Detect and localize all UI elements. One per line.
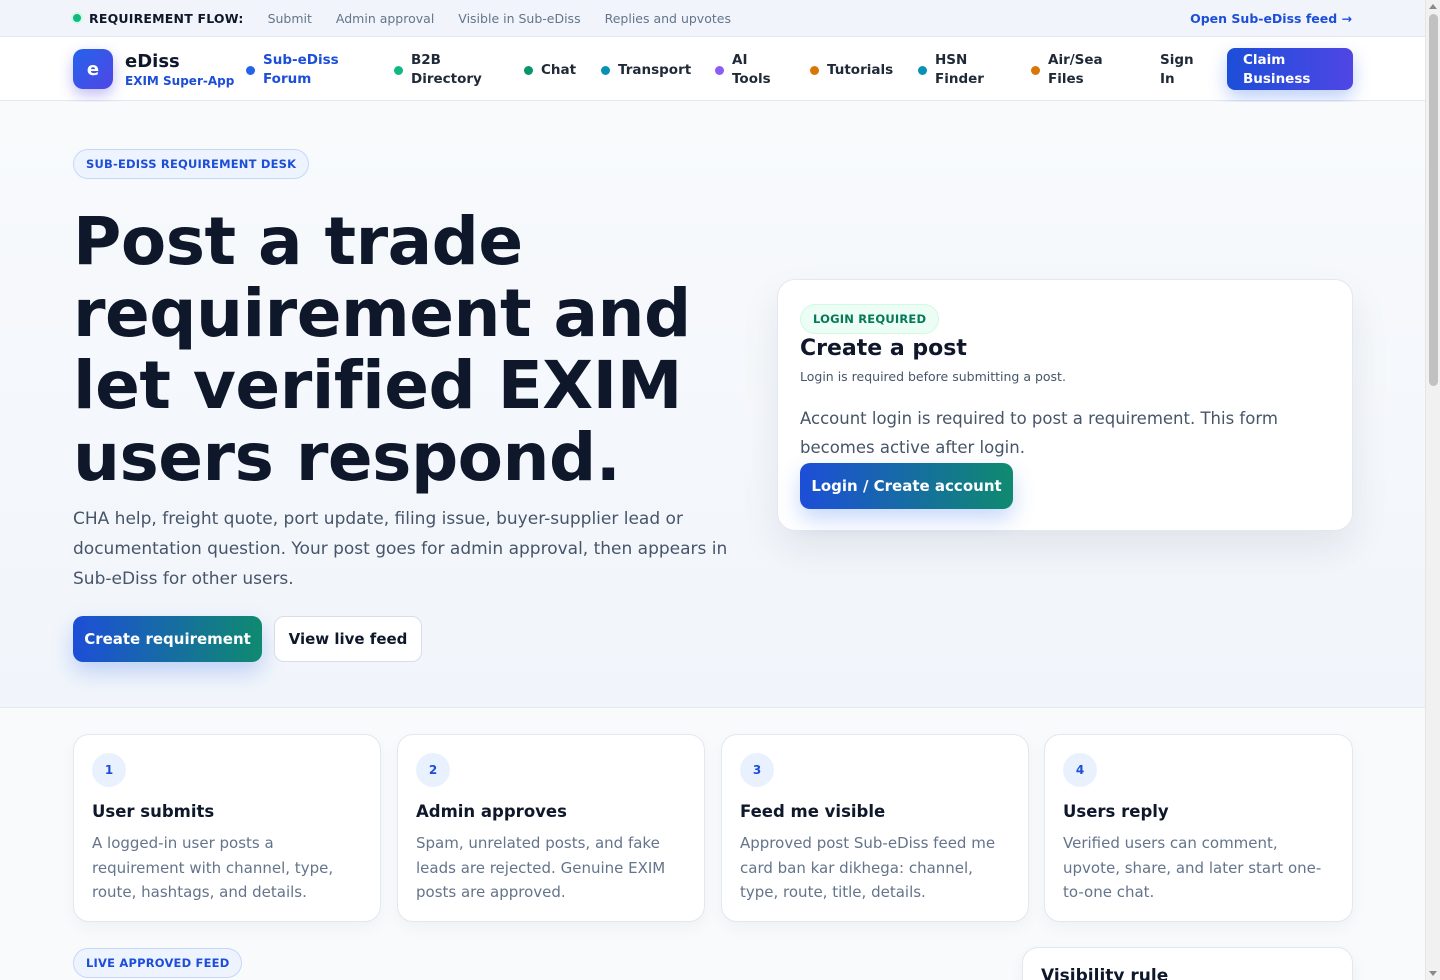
sign-in-link[interactable]: Sign In: [1160, 51, 1194, 89]
visibility-rule-title: Visibility rule: [1041, 966, 1169, 980]
nav-label: HSN Finder: [935, 52, 984, 87]
flow-title: REQUIREMENT FLOW:: [89, 10, 244, 26]
nav-item-tutorials[interactable]: Tutorials: [810, 61, 893, 80]
create-post-title: Create a post: [800, 336, 967, 361]
step-card-users-reply: 4 Users reply Verified users can comment…: [1044, 734, 1353, 922]
step-description: Approved post Sub-eDiss feed me card ban…: [740, 834, 996, 901]
nav-item-air-sea-files[interactable]: Air/Sea Files: [1031, 51, 1103, 89]
main-navbar: e eDiss EXIM Super-App Sub-eDiss Forum B2…: [0, 37, 1425, 101]
hero-section: SUB-EDISS REQUIREMENT DESK Post a trade …: [0, 102, 1425, 708]
claim-business-button[interactable]: Claim Business: [1227, 48, 1353, 90]
hero-description: CHA help, freight quote, port update, fi…: [73, 509, 728, 589]
step-card-admin-approves: 2 Admin approves Spam, unrelated posts, …: [397, 734, 705, 922]
step-number: 1: [92, 753, 126, 787]
visibility-rule-card: Visibility rule: [1022, 947, 1353, 980]
nav-label: Sub-eDiss Forum: [263, 52, 339, 87]
open-feed-link[interactable]: Open Sub-eDiss feed →: [1190, 11, 1352, 26]
nav-item-hsn-finder[interactable]: HSN Finder: [918, 51, 984, 89]
nav-label: Air/Sea Files: [1048, 52, 1103, 87]
login-create-account-button[interactable]: Login / Create account: [800, 463, 1013, 509]
create-post-card: LOGIN REQUIRED Create a post Login is re…: [777, 279, 1353, 531]
view-live-feed-button[interactable]: View live feed: [274, 616, 422, 662]
nav-label: AI Tools: [732, 52, 771, 87]
step-title: User submits: [92, 802, 215, 821]
login-required-badge: LOGIN REQUIRED: [800, 304, 940, 334]
nav-item-b2b-directory[interactable]: B2B Directory: [394, 51, 482, 89]
create-post-body: Account login is required to post a requ…: [800, 409, 1278, 457]
status-dot-icon: [73, 14, 81, 22]
step-description: Spam, unrelated posts, and fake leads ar…: [416, 834, 666, 901]
nav-dot-icon: [246, 65, 255, 75]
brand-logo[interactable]: e: [73, 49, 113, 89]
step-card-user-submits: 1 User submits A logged-in user posts a …: [73, 734, 381, 922]
nav-item-transport[interactable]: Transport: [601, 61, 691, 80]
nav-dot-icon: [1031, 65, 1040, 75]
nav-label: Chat: [541, 62, 577, 78]
nav-dot-icon: [524, 66, 533, 75]
scroll-down-arrow-icon[interactable]: [1429, 971, 1437, 976]
requirement-desk-badge: SUB-EDISS REQUIREMENT DESK: [73, 149, 310, 179]
page-scrollbar[interactable]: [1425, 0, 1440, 980]
step-title: Admin approves: [416, 802, 567, 821]
live-approved-feed-badge: LIVE APPROVED FEED: [73, 948, 243, 978]
scrollbar-thumb[interactable]: [1429, 14, 1438, 386]
flow-step-admin-approval: Admin approval: [335, 10, 435, 26]
step-title: Feed me visible: [740, 802, 886, 821]
nav-item-ai-tools[interactable]: AI Tools: [715, 51, 771, 89]
nav-label: B2B Directory: [411, 52, 482, 87]
step-description: Verified users can comment, upvote, shar…: [1063, 834, 1322, 901]
nav-dot-icon: [715, 65, 724, 75]
step-title: Users reply: [1063, 802, 1169, 821]
nav-dot-icon: [810, 66, 819, 75]
step-number: 2: [416, 753, 450, 787]
requirement-flow-bar: REQUIREMENT FLOW: Submit Admin approval …: [0, 0, 1425, 37]
flow-step-visible: Visible in Sub-eDiss: [458, 10, 581, 26]
step-number: 3: [740, 753, 774, 787]
brand-tagline: EXIM Super-App: [125, 74, 235, 88]
nav-dot-icon: [601, 66, 610, 75]
nav-dot-icon: [918, 65, 927, 75]
nav-label: Transport: [618, 62, 692, 78]
create-post-subtitle: Login is required before submitting a po…: [800, 369, 1066, 384]
brand-name[interactable]: eDiss: [125, 51, 180, 72]
step-description: A logged-in user posts a requirement wit…: [92, 834, 334, 901]
flow-step-submit: Submit: [267, 10, 312, 26]
nav-label: Tutorials: [827, 62, 894, 78]
create-requirement-button[interactable]: Create requirement: [73, 616, 262, 662]
nav-item-chat[interactable]: Chat: [524, 61, 576, 80]
flow-step-replies: Replies and upvotes: [604, 10, 731, 26]
step-number: 4: [1063, 753, 1097, 787]
nav-dot-icon: [394, 65, 403, 75]
scroll-up-arrow-icon[interactable]: [1429, 4, 1437, 9]
step-card-feed-visible: 3 Feed me visible Approved post Sub-eDis…: [721, 734, 1029, 922]
hero-title: Post a trade requirement and let verifie…: [73, 203, 691, 496]
nav-item-sub-ediss-forum[interactable]: Sub-eDiss Forum: [246, 51, 339, 89]
